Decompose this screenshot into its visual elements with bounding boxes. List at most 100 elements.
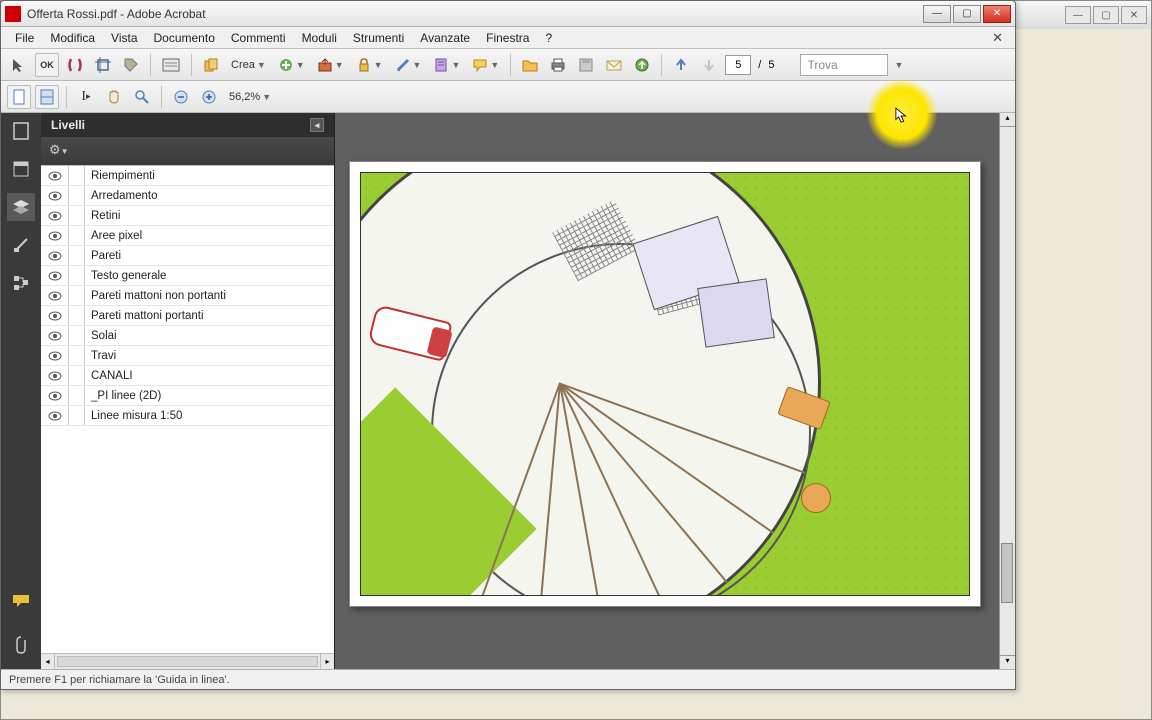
layer-row[interactable]: Riempimenti — [41, 166, 334, 186]
ok-tool-button[interactable]: OK — [35, 53, 59, 77]
vertical-scrollbar[interactable]: ▴ ▾ — [999, 113, 1015, 669]
outer-close-button[interactable]: ✕ — [1121, 6, 1147, 24]
tag-tool-button[interactable] — [119, 53, 143, 77]
continuous-page-button[interactable] — [35, 85, 59, 109]
panel-horizontal-scrollbar[interactable]: ◂ ▸ — [41, 653, 334, 669]
close-button[interactable]: ✕ — [983, 5, 1011, 23]
secure-button[interactable]: ▼ — [352, 53, 387, 77]
single-page-button[interactable] — [7, 85, 31, 109]
zoom-tool-button[interactable] — [130, 85, 154, 109]
forms-button[interactable]: ▼ — [429, 53, 464, 77]
layer-row[interactable]: Testo generale — [41, 266, 334, 286]
crop-tool-button[interactable] — [91, 53, 115, 77]
panel-collapse-button[interactable]: ◂ — [310, 118, 324, 132]
eye-icon[interactable] — [41, 286, 69, 305]
eye-icon[interactable] — [41, 226, 69, 245]
link-tool-button[interactable] — [63, 53, 87, 77]
layer-row[interactable]: Arredamento — [41, 186, 334, 206]
layers-panel-icon[interactable] — [7, 193, 35, 221]
eye-icon[interactable] — [41, 266, 69, 285]
acrobat-window: Offerta Rossi.pdf - Adobe Acrobat — ▢ ✕ … — [0, 0, 1016, 690]
maximize-button[interactable]: ▢ — [953, 5, 981, 23]
open-button[interactable] — [518, 53, 542, 77]
layer-row[interactable]: Retini — [41, 206, 334, 226]
crea-button[interactable]: Crea▼ — [227, 53, 270, 77]
layers-panel: Livelli ◂ ⚙▼ Riempimenti Arredamento Ret… — [41, 113, 335, 669]
eye-icon[interactable] — [41, 186, 69, 205]
layer-row[interactable]: Linee misura 1:50 — [41, 406, 334, 426]
layer-row[interactable]: Pareti mattoni non portanti — [41, 286, 334, 306]
menu-avanzate[interactable]: Avanzate — [412, 29, 478, 47]
layer-row[interactable]: CANALI — [41, 366, 334, 386]
document-view[interactable]: ▴ ▾ — [335, 113, 1015, 669]
document-close-button[interactable]: ✕ — [986, 30, 1009, 46]
bookmarks-panel-icon[interactable] — [7, 155, 35, 183]
find-dropdown-icon[interactable]: ▼ — [894, 60, 903, 70]
signatures-panel-icon[interactable] — [7, 231, 35, 259]
comments-panel-icon[interactable] — [7, 587, 35, 615]
statusbar: Premere F1 per richiamare la 'Guida in l… — [1, 669, 1015, 689]
eye-icon[interactable] — [41, 406, 69, 425]
outer-maximize-button[interactable]: ▢ — [1093, 6, 1119, 24]
eye-icon[interactable] — [41, 306, 69, 325]
eye-icon[interactable] — [41, 246, 69, 265]
menu-vista[interactable]: Vista — [103, 29, 145, 47]
eye-icon[interactable] — [41, 206, 69, 225]
layer-row[interactable]: Aree pixel — [41, 226, 334, 246]
save-button[interactable] — [574, 53, 598, 77]
layer-row[interactable]: Pareti mattoni portanti — [41, 306, 334, 326]
form-tool-button[interactable] — [158, 53, 184, 77]
hand-tool-button[interactable] — [102, 85, 126, 109]
layer-row[interactable]: _PI linee (2D) — [41, 386, 334, 406]
comment-button[interactable]: ▼ — [468, 53, 503, 77]
content-area: Livelli ◂ ⚙▼ Riempimenti Arredamento Ret… — [1, 113, 1015, 669]
layer-label: Solai — [85, 330, 117, 342]
view-toolbar: I▸ 56,2%▼ — [1, 81, 1015, 113]
email-button[interactable] — [602, 53, 626, 77]
eye-icon[interactable] — [41, 366, 69, 385]
eye-icon[interactable] — [41, 346, 69, 365]
zoom-in-button[interactable] — [197, 85, 221, 109]
select-tool-button[interactable] — [7, 53, 31, 77]
next-page-button[interactable] — [697, 53, 721, 77]
add-page-button[interactable]: ▼ — [274, 53, 309, 77]
menu-commenti[interactable]: Commenti — [223, 29, 294, 47]
share-button[interactable] — [630, 53, 654, 77]
menu-modifica[interactable]: Modifica — [42, 29, 103, 47]
layer-list: Riempimenti Arredamento Retini Aree pixe… — [41, 165, 334, 653]
menu-help[interactable]: ? — [537, 29, 560, 47]
attachments-panel-icon[interactable] — [7, 631, 35, 659]
outer-minimize-button[interactable]: — — [1065, 6, 1091, 24]
layer-label: CANALI — [85, 370, 133, 382]
menu-file[interactable]: File — [7, 29, 42, 47]
menu-moduli[interactable]: Moduli — [294, 29, 345, 47]
export-button[interactable]: ▼ — [313, 53, 348, 77]
find-input[interactable]: Trova — [800, 54, 888, 76]
layer-row[interactable]: Pareti — [41, 246, 334, 266]
model-tree-icon[interactable] — [7, 269, 35, 297]
pages-panel-icon[interactable] — [7, 117, 35, 145]
page-number-input[interactable]: 5 — [725, 55, 751, 75]
layer-row[interactable]: Solai — [41, 326, 334, 346]
layer-row[interactable]: Travi — [41, 346, 334, 366]
eye-icon[interactable] — [41, 326, 69, 345]
menu-documento[interactable]: Documento — [146, 29, 223, 47]
zoom-value[interactable]: 56,2%▼ — [225, 85, 275, 109]
layer-label: Pareti mattoni non portanti — [85, 290, 226, 302]
text-select-tool[interactable]: I▸ — [74, 85, 98, 109]
panel-options-icon[interactable]: ⚙▼ — [49, 142, 67, 160]
menu-strumenti[interactable]: Strumenti — [345, 29, 412, 47]
sign-button[interactable]: ▼ — [391, 53, 426, 77]
minimize-button[interactable]: — — [923, 5, 951, 23]
print-button[interactable] — [546, 53, 570, 77]
layer-label: Aree pixel — [85, 230, 142, 242]
navigation-strip — [1, 113, 41, 669]
titlebar: Offerta Rossi.pdf - Adobe Acrobat — ▢ ✕ — [1, 1, 1015, 27]
combine-button[interactable] — [199, 53, 223, 77]
zoom-out-button[interactable] — [169, 85, 193, 109]
eye-icon[interactable] — [41, 386, 69, 405]
eye-icon[interactable] — [41, 166, 69, 185]
menubar: File Modifica Vista Documento Commenti M… — [1, 27, 1015, 49]
menu-finestra[interactable]: Finestra — [478, 29, 537, 47]
prev-page-button[interactable] — [669, 53, 693, 77]
